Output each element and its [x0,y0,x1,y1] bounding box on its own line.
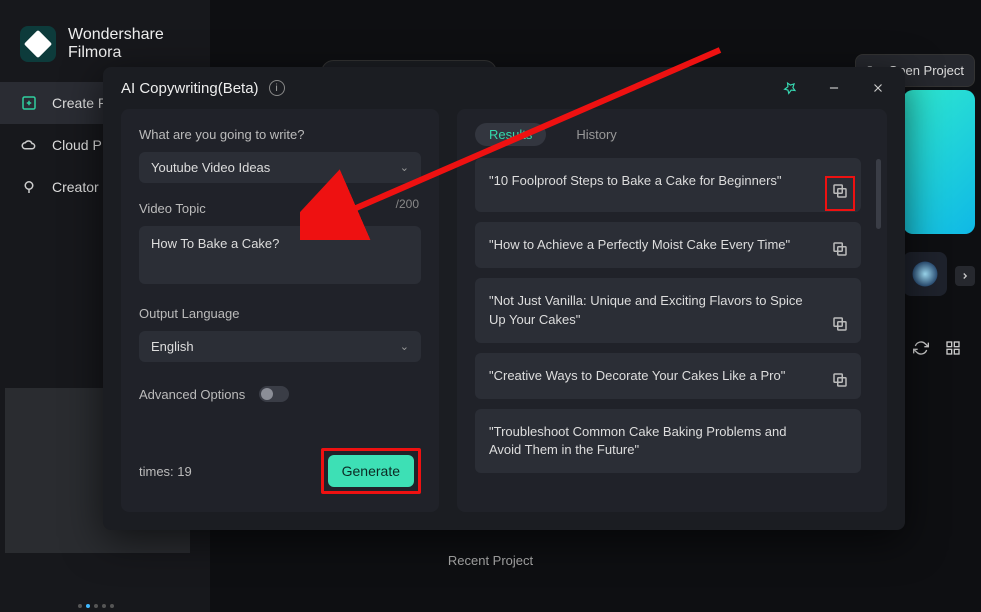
language-label: Output Language [139,306,421,321]
recent-project-label: Recent Project [448,553,533,568]
result-text: "Not Just Vanilla: Unique and Exciting F… [489,293,803,326]
topic-input[interactable] [139,226,421,284]
logo-icon [20,26,56,62]
char-counter: /200 [396,197,419,211]
results-pane: Results History "10 Foolproof Steps to B… [457,109,887,512]
copy-icon[interactable] [831,240,849,258]
sidebar-item-label: Cloud P [52,137,102,153]
topic-label: Video Topic [139,201,421,216]
advanced-options-row: Advanced Options [139,386,421,402]
input-pane: What are you going to write? Youtube Vid… [121,109,439,512]
language-value: English [151,339,194,354]
bulb-icon [20,178,38,196]
info-icon[interactable]: i [269,80,285,96]
close-modal-icon[interactable] [869,79,887,97]
tab-results[interactable]: Results [475,123,546,146]
modal-header: AI Copywriting(Beta) i [103,67,905,109]
copy-icon[interactable] [831,182,849,200]
pagination-dots [78,604,114,608]
times-remaining: times: 19 [139,464,192,479]
grid-view-icon[interactable] [945,340,961,361]
results-list: "10 Foolproof Steps to Bake a Cake for B… [475,158,869,473]
copy-icon[interactable] [831,371,849,389]
pin-icon[interactable] [781,79,799,97]
result-item: "Not Just Vanilla: Unique and Exciting F… [475,278,861,342]
result-text: "Troubleshoot Common Cake Baking Problem… [489,424,787,457]
plus-square-icon [20,94,38,112]
tab-history[interactable]: History [562,123,630,146]
advanced-toggle[interactable] [259,386,289,402]
brand-line2: Filmora [68,44,164,62]
modal-title: AI Copywriting(Beta) [121,80,259,97]
copy-icon[interactable] [831,315,849,333]
feature-thumb[interactable] [903,252,947,296]
ai-copywriting-modal: AI Copywriting(Beta) i What are you goin… [103,67,905,530]
result-item: "10 Foolproof Steps to Bake a Cake for B… [475,158,861,212]
result-text: "Creative Ways to Decorate Your Cakes Li… [489,368,785,383]
sidebar-item-label: Creator [52,179,99,195]
generate-button[interactable]: Generate [328,455,414,487]
copy-highlight [825,176,855,211]
prompt-type-label: What are you going to write? [139,127,421,142]
chevron-down-icon: ⌄ [400,340,409,353]
brand-text: Wondershare Filmora [68,26,164,61]
result-item: "Troubleshoot Common Cake Baking Problem… [475,409,861,473]
results-tabs: Results History [475,123,869,146]
result-text: "10 Foolproof Steps to Bake a Cake for B… [489,173,782,188]
minimize-modal-icon[interactable] [825,79,843,97]
refresh-icon[interactable] [913,340,929,361]
language-select[interactable]: English ⌄ [139,331,421,362]
next-button[interactable] [955,266,975,286]
prompt-type-select[interactable]: Youtube Video Ideas ⌄ [139,152,421,183]
chevron-down-icon: ⌄ [400,161,409,174]
result-item: "How to Achieve a Perfectly Moist Cake E… [475,222,861,268]
brand-line1: Wondershare [68,26,164,44]
right-tools [913,340,961,361]
advanced-label: Advanced Options [139,387,245,402]
prompt-type-value: Youtube Video Ideas [151,160,270,175]
sidebar-item-label: Create P [52,95,107,111]
result-item: "Creative Ways to Decorate Your Cakes Li… [475,353,861,399]
generate-highlight: Generate [321,448,421,494]
scrollbar[interactable] [876,159,881,229]
cloud-nav-icon [20,136,38,154]
result-text: "How to Achieve a Perfectly Moist Cake E… [489,237,790,252]
feature-card[interactable] [903,90,975,234]
